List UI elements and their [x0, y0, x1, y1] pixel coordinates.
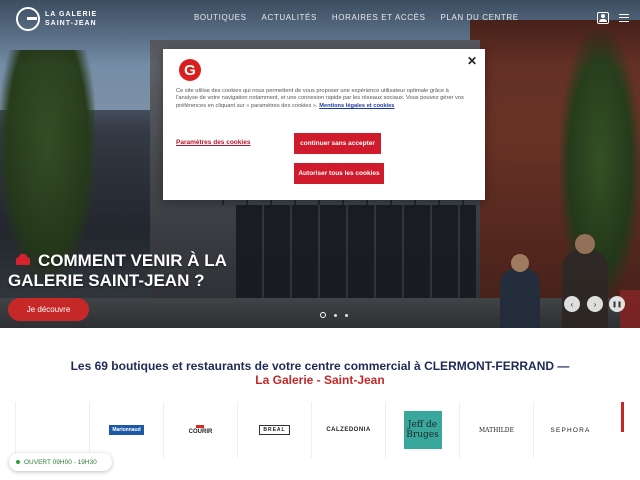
- menu-icon[interactable]: [619, 14, 629, 22]
- status-dot-icon: [16, 460, 20, 464]
- main-nav: BOUTIQUES ACTUALITÉS HORAIRES ET ACCÈS P…: [194, 13, 534, 22]
- brand-tile-breal[interactable]: BREAL: [237, 402, 311, 458]
- nav-item-actualites[interactable]: ACTUALITÉS: [262, 13, 317, 22]
- nav-item-horaires[interactable]: HORAIRES ET ACCÈS: [332, 13, 426, 22]
- brand-tile-partial: [621, 402, 624, 432]
- continue-without-accepting-button[interactable]: continuer sans accepter: [294, 133, 381, 154]
- legal-link[interactable]: Mentions légales et cookies: [319, 103, 394, 109]
- opening-status-badge[interactable]: OUVERT 09H00 - 19H30: [9, 453, 112, 471]
- brand-logo: SEPHORA: [550, 426, 591, 434]
- accept-all-cookies-button[interactable]: Autoriser tous les cookies: [294, 163, 384, 184]
- cookie-text: Ce site utilise des cookies qui nous per…: [176, 88, 464, 109]
- user-icon[interactable]: [597, 12, 609, 24]
- mall-name: La Galerie - Saint-Jean: [255, 373, 385, 387]
- logo-icon: [16, 7, 40, 31]
- brand-logo: Marionnaud: [109, 425, 144, 435]
- brand-carousel: Marionnaud COURIR BREAL CALZEDONIA Jeff …: [15, 402, 640, 458]
- cookie-settings-link[interactable]: Paramètres des cookies: [176, 139, 250, 146]
- nav-item-boutiques[interactable]: BOUTIQUES: [194, 13, 247, 22]
- brand-logo: Jeff de Bruges: [403, 411, 442, 449]
- carousel-dot[interactable]: [345, 313, 348, 317]
- cookie-dialog: G ✕ Ce site utilise des cookies qui nous…: [163, 49, 485, 200]
- carousel-prev-button[interactable]: ‹: [564, 296, 580, 312]
- discover-button[interactable]: Je découvre: [8, 298, 89, 321]
- brand-tile-mathilde[interactable]: MATHILDE: [459, 402, 533, 458]
- brand-logo: MATHILDE: [479, 426, 514, 434]
- logo-line1: LA GALERIE: [45, 11, 98, 18]
- brand-logo-icon: G: [179, 59, 201, 81]
- nav-item-plan[interactable]: PLAN DU CENTRE: [441, 13, 519, 22]
- carousel-pause-button[interactable]: ❚❚: [609, 296, 625, 312]
- logo-line2: SAINT-JEAN: [45, 20, 97, 27]
- close-icon[interactable]: ✕: [467, 54, 477, 68]
- brand-logo: CALZEDONIA: [326, 427, 371, 433]
- brand-tile-calzedonia[interactable]: CALZEDONIA: [311, 402, 385, 458]
- opening-hours-text: OUVERT 09H00 - 19H30: [24, 458, 97, 466]
- hero-title: COMMENT VENIR À LA GALERIE SAINT-JEAN ?: [8, 251, 227, 290]
- carousel-dots: [316, 312, 352, 318]
- carousel-dot[interactable]: [320, 312, 326, 318]
- carousel-next-button[interactable]: ›: [587, 296, 603, 312]
- stores-heading: Les 69 boutiques et restaurants de votre…: [70, 359, 570, 387]
- brand-logo: BREAL: [259, 425, 290, 435]
- brand-tile-empty: [15, 402, 89, 458]
- brand-tile-jeff[interactable]: Jeff de Bruges: [385, 402, 459, 458]
- city-name: CLERMONT-FERRAND: [424, 359, 555, 373]
- brand-logo: COURIR: [189, 425, 213, 435]
- brand-tile-courir[interactable]: COURIR: [163, 402, 237, 458]
- brand-tile-marionnaud[interactable]: Marionnaud: [89, 402, 163, 458]
- site-logo[interactable]: LA GALERIE SAINT-JEAN: [16, 7, 97, 31]
- brand-tile-sephora[interactable]: SEPHORA: [533, 402, 607, 458]
- carousel-dot[interactable]: [334, 313, 337, 317]
